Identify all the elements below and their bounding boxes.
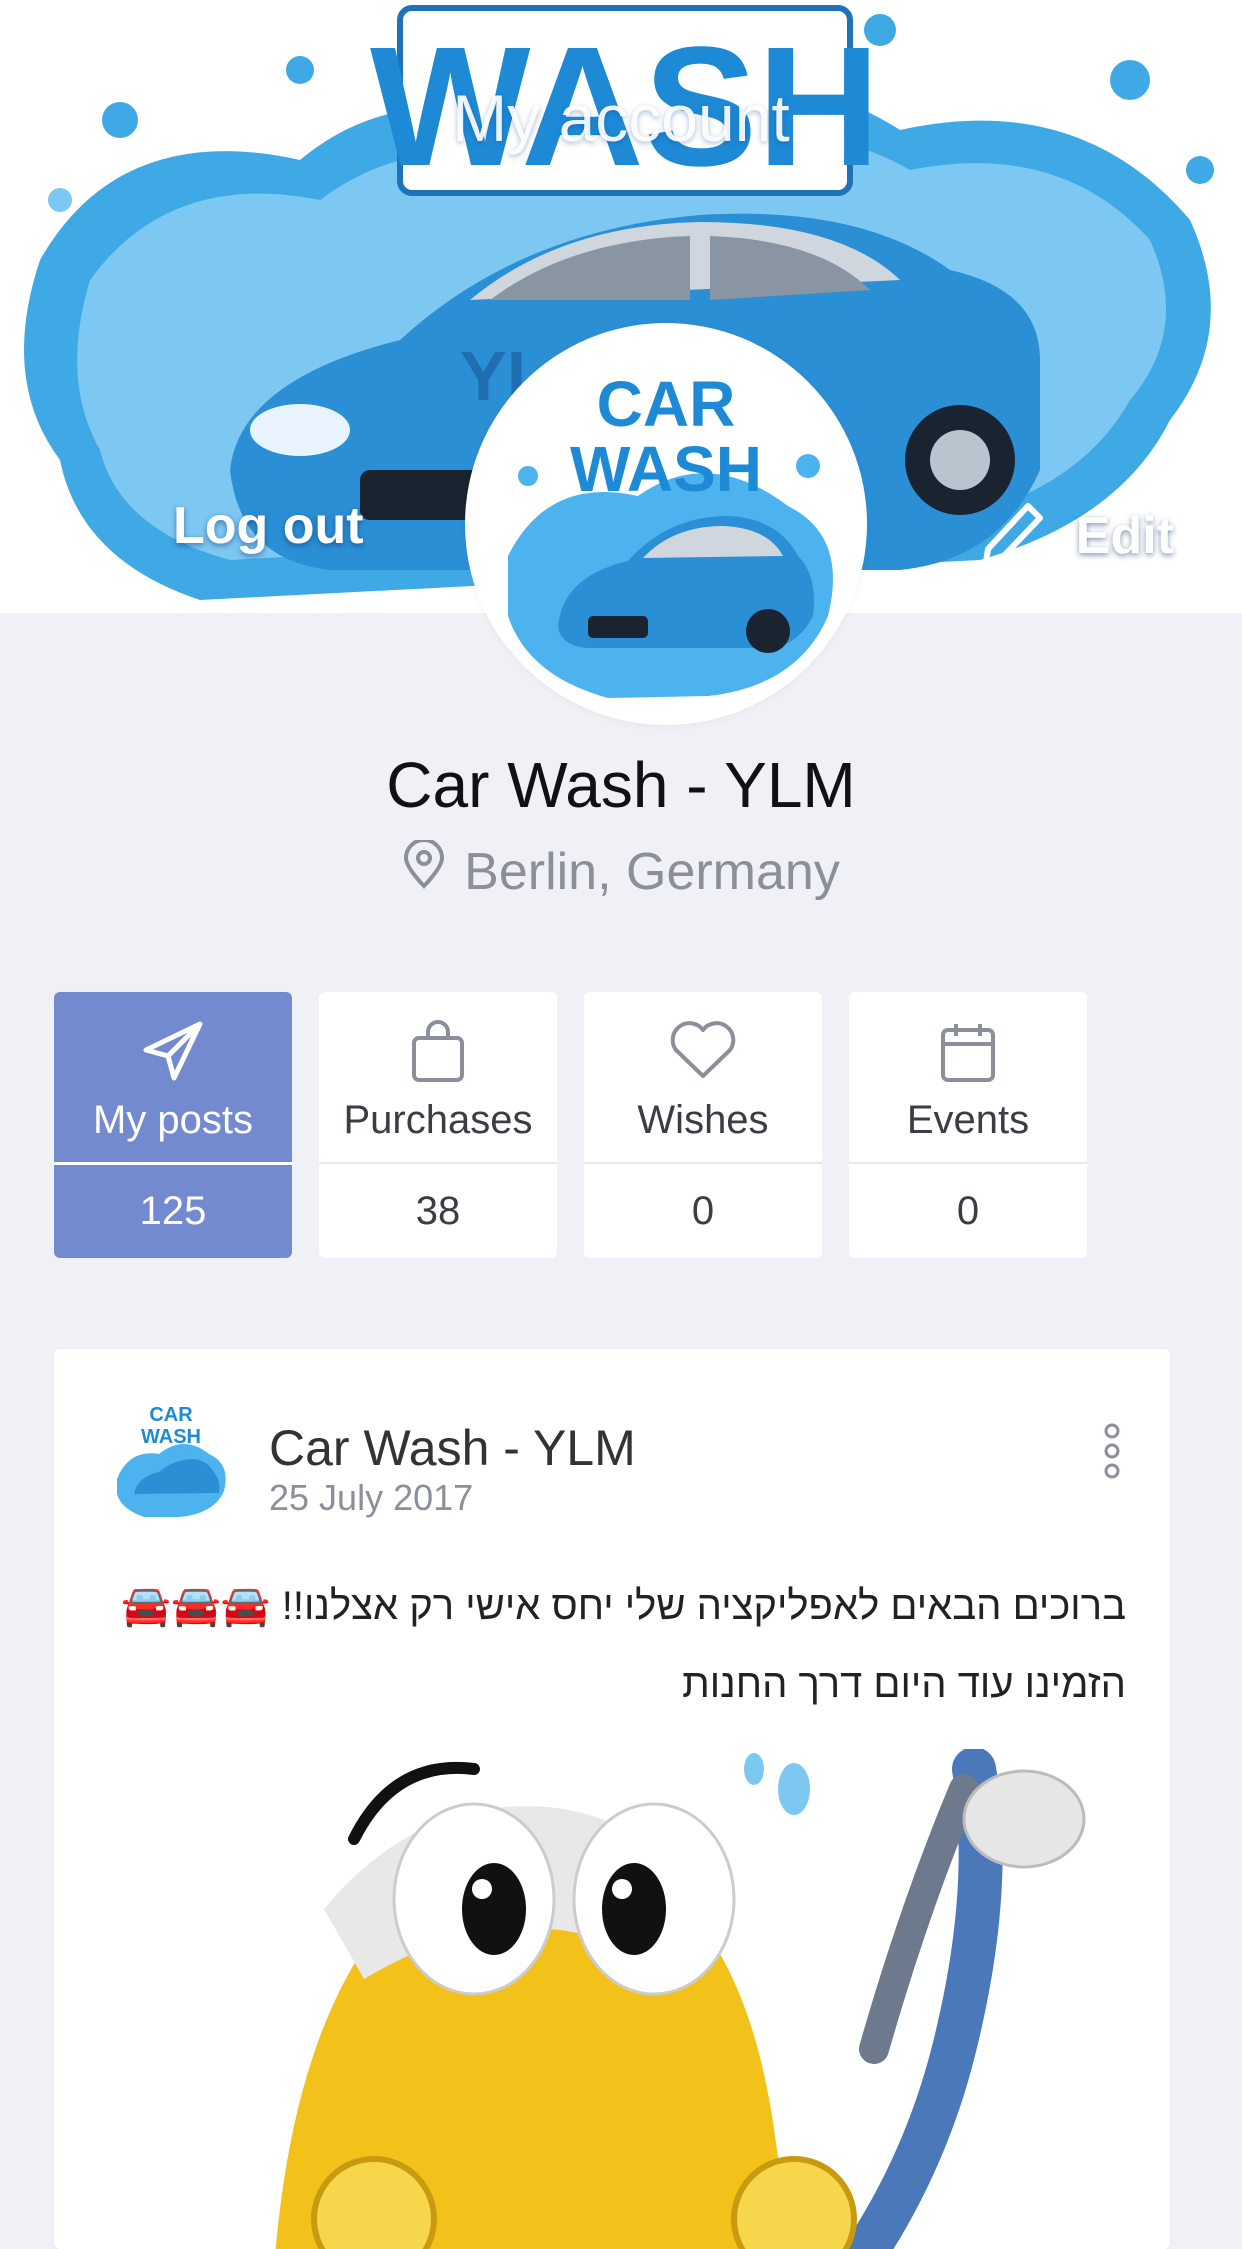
logo-text-car: CAR bbox=[597, 368, 736, 440]
post-text-line: ברוכים הבאים לאפליקציה שלי יחס אישי רק א… bbox=[121, 1584, 1126, 1628]
tile-purchases[interactable]: Purchases 38 bbox=[319, 992, 557, 1258]
tile-label: Events bbox=[906, 1098, 1030, 1142]
tile-count: 38 bbox=[319, 1162, 557, 1258]
post-image[interactable] bbox=[94, 1749, 1170, 2249]
paper-plane-icon bbox=[140, 1020, 206, 1084]
location-pin-icon bbox=[402, 838, 446, 903]
tile-my-posts[interactable]: My posts 125 bbox=[54, 992, 292, 1258]
edit-button[interactable]: Edit bbox=[978, 494, 1174, 577]
logo-text-wash: WASH bbox=[570, 433, 762, 505]
profile-avatar[interactable]: CAR WASH bbox=[468, 326, 864, 722]
car-wash-logo: CAR WASH bbox=[468, 326, 864, 722]
profile-name: Car Wash - YLM bbox=[386, 749, 856, 821]
profile-location: Berlin, Germany bbox=[0, 838, 1242, 903]
tile-count: 0 bbox=[584, 1162, 822, 1258]
heart-icon bbox=[668, 1020, 738, 1084]
post-author-name[interactable]: Car Wash - YLM bbox=[269, 1419, 636, 1477]
tile-label: My posts bbox=[92, 1098, 254, 1142]
tile-count: 125 bbox=[54, 1162, 292, 1258]
stats-tiles: My posts 125 Purchases 38 Wishes 0 Event… bbox=[54, 992, 1087, 1258]
more-options-icon[interactable] bbox=[1102, 1421, 1122, 1481]
location-text: Berlin, Germany bbox=[464, 842, 840, 901]
tile-wishes[interactable]: Wishes 0 bbox=[584, 992, 822, 1258]
status-time: 5:42 PM bbox=[556, 12, 686, 50]
post-logo-text-wash: WASH bbox=[141, 1426, 201, 1448]
logout-button[interactable]: Log out bbox=[173, 496, 364, 556]
post-text: ברוכים הבאים לאפליקציה שלי יחס אישי רק א… bbox=[106, 1567, 1126, 1723]
tile-label: Wishes bbox=[637, 1098, 769, 1142]
page-title: My account bbox=[452, 81, 790, 155]
status-bar: 5:42 PM bbox=[0, 0, 1242, 60]
calendar-icon bbox=[938, 1020, 998, 1084]
tile-events[interactable]: Events 0 bbox=[849, 992, 1087, 1258]
shopping-bag-icon bbox=[408, 1020, 468, 1084]
post-logo-text-car: CAR bbox=[149, 1404, 193, 1426]
post-card: CAR WASH Car Wash - YLM 25 July 2017 ברו… bbox=[54, 1349, 1170, 2249]
edit-label: Edit bbox=[1075, 506, 1174, 565]
post-date: 25 July 2017 bbox=[269, 1477, 474, 1518]
tile-count: 0 bbox=[849, 1162, 1087, 1258]
pencil-icon bbox=[978, 494, 1058, 577]
post-author-avatar[interactable]: CAR WASH bbox=[109, 1399, 233, 1523]
post-text-line: הזמינו עוד היום דרך החנות bbox=[682, 1662, 1126, 1706]
tile-label: Purchases bbox=[343, 1098, 533, 1142]
